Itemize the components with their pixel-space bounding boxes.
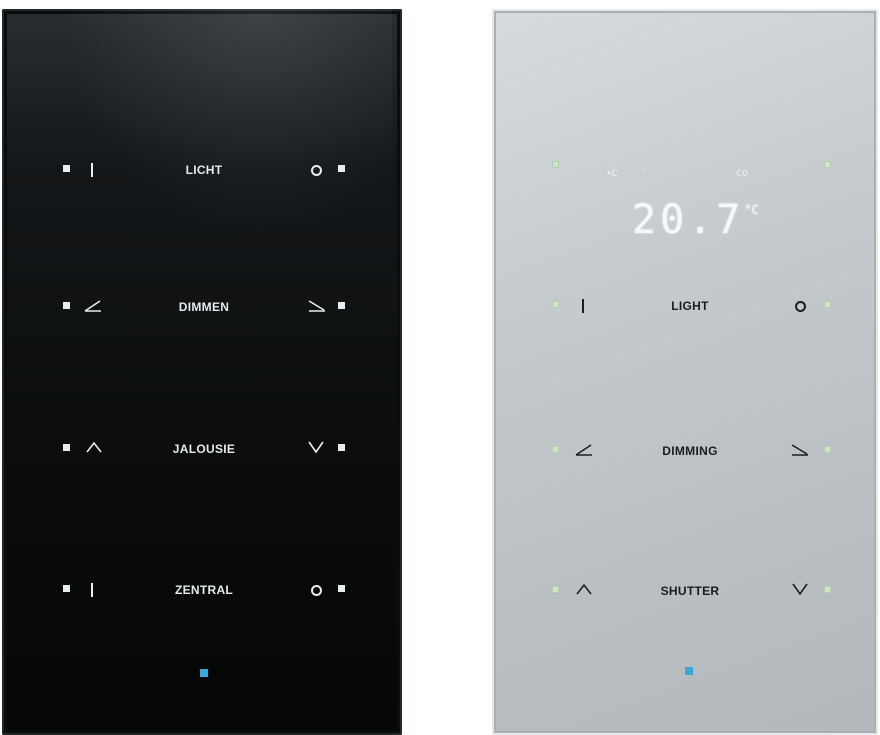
led-right — [338, 585, 345, 592]
off-button[interactable] — [304, 577, 328, 601]
caret-up-icon — [86, 441, 102, 453]
on-bar-icon — [91, 163, 93, 178]
row-label: DIMMEN — [178, 300, 230, 314]
black-glass-panel: LICHT DIMMEN JALOUSIE ZENTRAL — [2, 9, 402, 735]
row-label: JALOUSIE — [172, 442, 236, 456]
temperature-value: 20.7 — [632, 197, 745, 243]
led-left — [552, 446, 559, 453]
row-label: ZENTRAL — [174, 583, 234, 597]
on-button[interactable] — [80, 577, 104, 601]
dim-up-icon — [84, 300, 101, 312]
led-right — [824, 301, 831, 308]
led-top-right — [824, 161, 831, 168]
dim-down-button[interactable] — [305, 294, 329, 318]
display-indicator-left: •C — [606, 169, 618, 179]
row-shutter: SHUTTER — [492, 576, 878, 606]
caret-up-icon — [576, 583, 592, 595]
led-left — [552, 301, 559, 308]
on-bar-icon — [91, 583, 93, 598]
row-label: DIMMING — [662, 444, 718, 458]
led-left — [63, 585, 70, 592]
dim-up-button[interactable] — [81, 294, 105, 318]
led-right — [338, 165, 345, 172]
dim-up-button[interactable] — [572, 438, 596, 462]
down-button[interactable] — [788, 578, 812, 602]
status-led — [685, 667, 693, 675]
on-button[interactable] — [80, 157, 104, 181]
dim-down-icon — [791, 444, 808, 456]
row-light: LIGHT — [492, 291, 878, 321]
row-licht: LICHT — [2, 155, 402, 185]
row-dimmen: DIMMEN — [2, 292, 402, 322]
off-circle-icon — [310, 164, 322, 176]
off-circle-icon — [310, 584, 322, 596]
row-label: LICHT — [185, 163, 223, 177]
caret-down-icon — [792, 583, 808, 596]
off-circle-icon — [794, 300, 806, 312]
dim-down-button[interactable] — [788, 438, 812, 462]
display-indicator-right: ℂ0 — [736, 169, 749, 179]
led-right — [824, 586, 831, 593]
led-top-left — [552, 161, 559, 168]
on-button[interactable] — [571, 293, 595, 317]
caret-down-icon — [308, 441, 324, 454]
led-right — [338, 302, 345, 309]
display-indicator-mid: ' — [642, 169, 645, 179]
off-button[interactable] — [788, 293, 812, 317]
row-jalousie: JALOUSIE — [2, 434, 402, 464]
up-button[interactable] — [572, 578, 596, 602]
temperature-display: 20.7°C — [632, 197, 762, 247]
led-left — [63, 444, 70, 451]
up-button[interactable] — [82, 436, 106, 460]
off-button[interactable] — [304, 157, 328, 181]
row-dimming: DIMMING — [492, 436, 878, 466]
dim-down-icon — [308, 300, 325, 312]
led-left — [63, 165, 70, 172]
dim-up-icon — [575, 444, 592, 456]
led-left — [552, 586, 559, 593]
row-label: SHUTTER — [660, 584, 720, 598]
led-right — [824, 446, 831, 453]
temperature-unit: °C — [744, 203, 759, 217]
row-zentral: ZENTRAL — [2, 575, 402, 605]
led-right — [338, 444, 345, 451]
silver-glass-panel: •C ' ℂ0 20.7°C LIGHT DIMMING SHUTTER — [492, 9, 878, 735]
row-label: LIGHT — [671, 299, 709, 313]
led-left — [63, 302, 70, 309]
down-button[interactable] — [304, 436, 328, 460]
on-bar-icon — [582, 299, 584, 314]
status-led — [200, 669, 208, 677]
